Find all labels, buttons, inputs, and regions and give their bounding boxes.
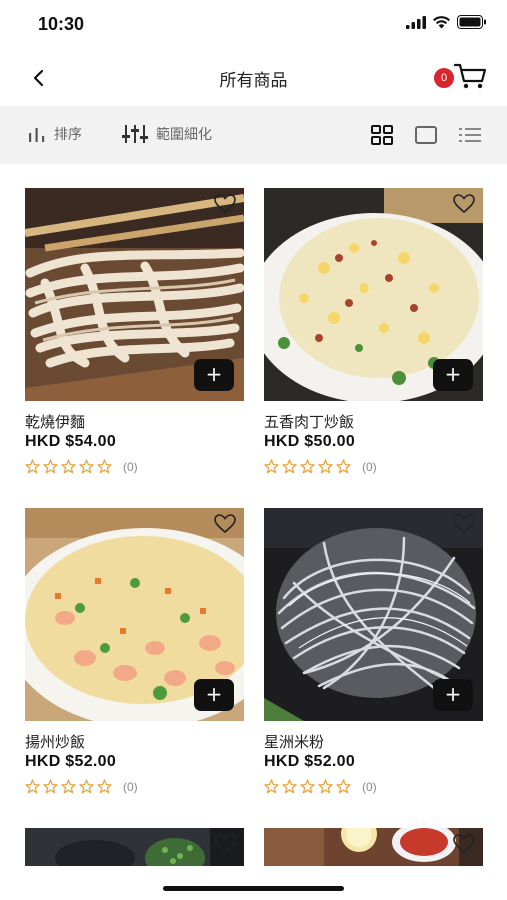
- rating-count: (0): [362, 459, 377, 474]
- add-to-cart-button[interactable]: +: [433, 679, 473, 711]
- star-icon: [336, 779, 351, 794]
- filter-button[interactable]: 範圍細化: [122, 124, 212, 144]
- star-icon: [79, 459, 94, 474]
- star-icon: [79, 779, 94, 794]
- signal-icon: [406, 15, 426, 29]
- star-icon: [97, 459, 112, 474]
- product-name: 揚州炒飯: [25, 733, 86, 751]
- product-card[interactable]: + 五香肉丁炒飯 HKD $50.00 (0): [264, 188, 483, 474]
- star-icon: [97, 779, 112, 794]
- rating-count: (0): [123, 779, 138, 794]
- product-rating: (0): [264, 459, 483, 474]
- sort-icon: [29, 128, 45, 142]
- single-view-icon: [415, 126, 437, 144]
- star-icon: [336, 459, 351, 474]
- heart-icon[interactable]: [214, 514, 236, 534]
- cart-button[interactable]: [453, 62, 487, 92]
- heart-icon[interactable]: [453, 834, 475, 854]
- star-icon: [264, 779, 279, 794]
- product-price: HKD $52.00: [264, 753, 356, 770]
- heart-icon[interactable]: [453, 514, 475, 534]
- filter-toolbar: 排序 範圍細化: [0, 106, 507, 164]
- vermicelli-image[interactable]: +: [264, 508, 483, 721]
- cart-icon: [453, 63, 487, 89]
- filter-sliders-icon: [122, 125, 148, 143]
- dish-photo: [264, 828, 483, 866]
- star-icon: [43, 459, 58, 474]
- star-icon: [43, 779, 58, 794]
- heart-icon[interactable]: [214, 194, 236, 214]
- home-indicator[interactable]: [163, 886, 344, 891]
- status-bar: 10:30: [0, 0, 507, 50]
- list-view-button[interactable]: [458, 124, 482, 146]
- cart-badge: 0: [434, 68, 454, 88]
- product-rating: (0): [25, 779, 244, 794]
- wifi-icon: [433, 16, 450, 29]
- product-card[interactable]: + 乾燒伊麵 HKD $54.00 (0): [25, 188, 244, 474]
- star-icon: [264, 459, 279, 474]
- product-card[interactable]: + 揚州炒飯 HKD $52.00 (0): [25, 508, 244, 794]
- star-icon: [300, 459, 315, 474]
- noodles-image[interactable]: +: [25, 188, 244, 401]
- rating-count: (0): [362, 779, 377, 794]
- sort-label: 排序: [54, 127, 82, 143]
- heart-icon[interactable]: [453, 194, 475, 214]
- heart-icon[interactable]: [214, 834, 236, 854]
- grid-view-icon: [371, 125, 393, 145]
- star-icon: [25, 779, 40, 794]
- star-icon: [318, 459, 333, 474]
- rating-count: (0): [123, 459, 138, 474]
- add-to-cart-button[interactable]: +: [194, 679, 234, 711]
- star-icon: [25, 459, 40, 474]
- product-name: 乾燒伊麵: [25, 413, 86, 431]
- star-icon: [282, 779, 297, 794]
- star-icon: [300, 779, 315, 794]
- filter-label: 範圍細化: [156, 127, 212, 143]
- grid-view-button[interactable]: [370, 124, 394, 146]
- product-card[interactable]: [264, 828, 483, 866]
- add-to-cart-button[interactable]: +: [433, 359, 473, 391]
- product-rating: (0): [25, 459, 244, 474]
- star-icon: [318, 779, 333, 794]
- yangzhou-rice-image[interactable]: +: [25, 508, 244, 721]
- battery-icon: [457, 15, 486, 29]
- add-to-cart-button[interactable]: +: [194, 359, 234, 391]
- dish-image[interactable]: [25, 828, 244, 866]
- sort-button[interactable]: 排序: [28, 124, 82, 144]
- product-name: 五香肉丁炒飯: [264, 413, 355, 431]
- product-price: HKD $50.00: [264, 433, 356, 450]
- product-price: HKD $52.00: [25, 753, 117, 770]
- star-icon: [61, 779, 76, 794]
- product-price: HKD $54.00: [25, 433, 117, 450]
- nav-bar: 所有商品: [0, 52, 507, 104]
- product-card[interactable]: [25, 828, 244, 866]
- product-name: 星洲米粉: [264, 733, 325, 751]
- star-icon: [61, 459, 76, 474]
- dish-photo: [25, 828, 244, 866]
- product-card[interactable]: + 星洲米粉 HKD $52.00 (0): [264, 508, 483, 794]
- star-icon: [282, 459, 297, 474]
- status-icons: [406, 15, 487, 29]
- dish-image[interactable]: [264, 828, 483, 866]
- status-time: 10:30: [38, 14, 85, 34]
- single-view-button[interactable]: [414, 124, 438, 146]
- fried-rice-pork-image[interactable]: +: [264, 188, 483, 401]
- product-rating: (0): [264, 779, 483, 794]
- page-title: 所有商品: [219, 71, 288, 91]
- list-view-icon: [459, 128, 481, 142]
